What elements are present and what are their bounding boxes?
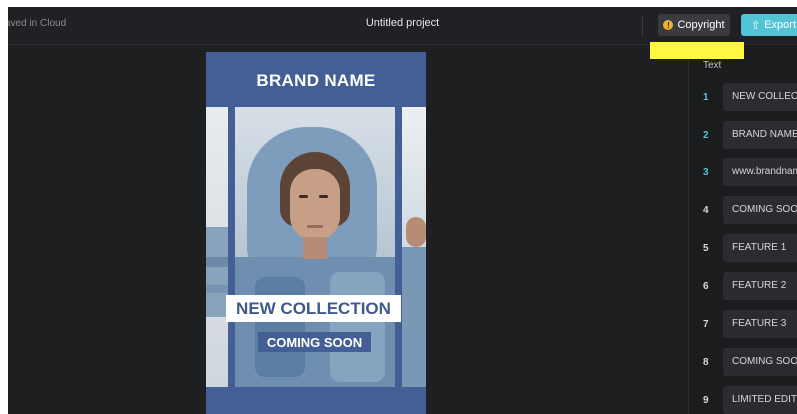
row-number: 2	[703, 130, 709, 141]
export-label: Export	[764, 19, 797, 31]
row-number: 6	[703, 281, 709, 292]
row-number: 4	[703, 205, 709, 216]
text-layer-field[interactable]: FEATURE 3	[723, 310, 797, 338]
export-button[interactable]: ⇧ Export	[741, 14, 797, 36]
text-layer-field[interactable]: LIMITED EDITION	[723, 386, 797, 414]
headline-text[interactable]: NEW COLLECTION	[226, 295, 401, 322]
row-number: 3	[703, 167, 709, 178]
text-layer-row[interactable]: 4 COMING SOON	[689, 196, 797, 224]
highlight-annotation	[650, 42, 744, 59]
text-layer-row[interactable]: 7 FEATURE 3	[689, 310, 797, 338]
text-layer-row[interactable]: 1 NEW COLLECTION	[689, 83, 797, 111]
row-number: 9	[703, 395, 709, 406]
row-number: 7	[703, 319, 709, 330]
row-number: 1	[703, 92, 709, 103]
row-number: 5	[703, 243, 709, 254]
text-layer-row[interactable]: 2 BRAND NAME	[689, 121, 797, 149]
text-layer-field[interactable]: BRAND NAME	[723, 121, 797, 149]
copyright-button[interactable]: ! Copyright	[658, 14, 730, 36]
text-layer-row[interactable]: 5 FEATURE 1	[689, 234, 797, 262]
text-layer-row[interactable]: 9 LIMITED EDITION	[689, 386, 797, 414]
photo-left-panel[interactable]	[206, 107, 228, 387]
text-layers-panel: Text 1 NEW COLLECTION 2 BRAND NAME 3 www…	[688, 45, 797, 414]
text-layer-field[interactable]: FEATURE 1	[723, 234, 797, 262]
text-layer-field[interactable]: COMING SOON	[723, 196, 797, 224]
panel-title: Text	[703, 60, 722, 71]
text-layer-field[interactable]: www.brandname.com	[723, 158, 797, 186]
brand-name-text[interactable]: BRAND NAME	[206, 71, 426, 91]
text-layer-field[interactable]: NEW COLLECTION	[723, 83, 797, 111]
subhead-text[interactable]: COMING SOON	[258, 332, 371, 352]
text-layer-field[interactable]: FEATURE 2	[723, 272, 797, 300]
text-layer-row[interactable]: 3 www.brandname.com	[689, 158, 797, 186]
warning-icon: !	[663, 20, 674, 30]
design-canvas[interactable]: BRAND NAME NEW COLLECTION COMING SOON	[206, 52, 426, 414]
row-number: 8	[703, 357, 709, 368]
upload-icon: ⇧	[751, 19, 761, 32]
text-layer-field[interactable]: COMING SOON	[723, 348, 797, 376]
copyright-label: Copyright	[677, 19, 725, 31]
top-bar: aved in Cloud Untitled project ! Copyrig…	[8, 7, 797, 45]
text-layer-row[interactable]: 6 FEATURE 2	[689, 272, 797, 300]
photo-right-panel[interactable]	[402, 107, 426, 387]
editor-app: aved in Cloud Untitled project ! Copyrig…	[8, 7, 797, 414]
text-layer-row[interactable]: 8 COMING SOON	[689, 348, 797, 376]
divider	[642, 16, 643, 36]
